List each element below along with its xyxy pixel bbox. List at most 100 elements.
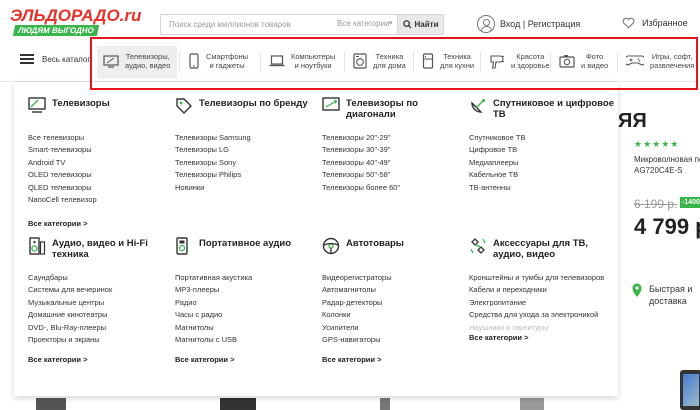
search-button[interactable]: Найти: [397, 14, 444, 35]
menu-link[interactable]: Телевизоры 30"-39": [322, 144, 467, 156]
menu-link[interactable]: NanoCell телевизор: [28, 194, 173, 206]
menu-link[interactable]: Телевизоры 40"-49": [322, 157, 467, 169]
search-category-select[interactable]: Все категории: [337, 19, 390, 28]
nav-item-label: Телевизоры, аудио, видео: [125, 52, 171, 70]
catalog-button[interactable]: Весь каталог: [20, 54, 90, 64]
menu-group: Портативное аудио Портативная акустика MP3…: [175, 237, 320, 364]
menu-link[interactable]: Smart-телевизоры: [28, 144, 173, 156]
menu-link[interactable]: Спутниковое ТВ: [469, 132, 614, 144]
menu-link[interactable]: Проекторы и экраны: [28, 334, 173, 346]
menu-link[interactable]: Телевизоры более 60": [322, 182, 467, 194]
menu-link[interactable]: Радар-детекторы: [322, 297, 467, 309]
menu-group-title: Портативное аудио: [199, 238, 292, 249]
product-thumb: [520, 398, 544, 410]
login-link[interactable]: Вход | Регистрация: [477, 15, 580, 33]
menu-link[interactable]: Телевизоры LG: [175, 144, 320, 156]
menu-link[interactable]: Домашние кинотеатры: [28, 309, 173, 321]
all-categories-link[interactable]: Все категории >: [175, 355, 320, 364]
logo-text: ЭЛЬДОРАДО.ru: [10, 6, 142, 25]
all-categories-link[interactable]: Все категории >: [28, 355, 173, 364]
menu-link[interactable]: Магнитолы: [175, 322, 320, 334]
menu-link[interactable]: GPS-навигаторы: [322, 334, 467, 346]
menu-link[interactable]: Музыкальные центры: [28, 297, 173, 309]
nav-item-7[interactable]: Игры, софт, развлечения: [620, 46, 700, 78]
menu-link[interactable]: Медиаплееры: [469, 157, 614, 169]
nav-item-label: Фото и видео: [581, 52, 609, 70]
nav-divider: [480, 52, 481, 72]
site-header: ЭЛЬДОРАДО.ru ЛЮДЯМ ВЫГОДНО Все категории…: [0, 0, 700, 40]
gamepad-icon: [623, 55, 647, 70]
menu-link[interactable]: Видеорегистраторы: [322, 272, 467, 284]
menu-link[interactable]: ТВ-антенны: [469, 182, 614, 194]
menu-link[interactable]: Электропитание: [469, 297, 614, 309]
menu-link[interactable]: Колонки: [322, 309, 467, 321]
menu-link[interactable]: Телевизоры Samsung: [175, 132, 320, 144]
nav-item-label: Техника для дома: [373, 52, 406, 70]
menu-link[interactable]: QLED телевизоры: [28, 182, 173, 194]
nav-item-label: Смартфоны и гаджеты: [206, 52, 249, 70]
menu-link[interactable]: Цифровое ТВ: [469, 144, 614, 156]
menu-group-header[interactable]: Спутниковое и цифровое ТВ: [469, 98, 614, 132]
menu-link[interactable]: MP3-плееры: [175, 284, 320, 296]
menu-group-header[interactable]: Аксессуары для ТВ, аудио, видео: [469, 238, 614, 272]
menu-group-header[interactable]: Аудио, видео и Hi-Fi техника: [28, 237, 173, 272]
menu-link[interactable]: Телевизоры 50"-58": [322, 169, 467, 181]
product-image: [680, 370, 700, 410]
menu-link[interactable]: Средства для ухода за электроникой: [469, 309, 614, 321]
menu-link[interactable]: Кабельное ТВ: [469, 169, 614, 181]
menu-link[interactable]: DVD-, Blu-Ray-плееры: [28, 322, 173, 334]
menu-group: Телевизоры по диагонали Телевизоры 20"-29…: [322, 97, 467, 194]
menu-link[interactable]: Усилители: [322, 322, 467, 334]
menu-group-header[interactable]: Телевизоры: [28, 97, 173, 132]
nav-item-3[interactable]: Техника для дома: [347, 46, 411, 78]
menu-link[interactable]: Кабели и переходники: [469, 284, 614, 296]
menu-link[interactable]: Портативная акустика: [175, 272, 320, 284]
menu-group-title: Телевизоры: [52, 98, 110, 109]
washing-machine-icon: [353, 53, 367, 72]
all-categories-link[interactable]: Все категории >: [28, 219, 173, 228]
menu-group-header[interactable]: Телевизоры по бренду: [175, 98, 320, 132]
price: 4 799 р.: [634, 214, 700, 239]
menu-link[interactable]: OLED телевизоры: [28, 169, 173, 181]
nav-item-2[interactable]: Компьютеры и ноутбуки: [263, 46, 343, 78]
menu-link[interactable]: Телевизоры 20"-29": [322, 132, 467, 144]
menu-group: Аксессуары для ТВ, аудио, видео Кронштейн…: [469, 238, 614, 342]
menu-link[interactable]: Радио: [175, 297, 320, 309]
menu-link[interactable]: Часы с радио: [175, 309, 320, 321]
menu-link[interactable]: Кронштейны и тумбы для телевизоров: [469, 272, 614, 284]
eldorado-logo[interactable]: ЭЛЬДОРАДО.ru ЛЮДЯМ ВЫГОДНО: [10, 6, 141, 36]
camera-icon: [559, 54, 575, 71]
satellite-icon: [469, 97, 487, 115]
nav-item-5[interactable]: Красота и здоровье: [483, 46, 551, 78]
all-categories-link[interactable]: Все категории >: [469, 333, 614, 342]
search-input[interactable]: [169, 15, 329, 34]
favorites-link[interactable]: Избранное: [622, 17, 688, 29]
menu-link[interactable]: Новинки: [175, 182, 320, 194]
nav-item-4[interactable]: Техника для кухни: [416, 46, 480, 78]
menu-link[interactable]: Android TV: [28, 157, 173, 169]
nav-item-1[interactable]: Смартфоны и гаджеты: [182, 46, 258, 78]
menu-group-header[interactable]: Портативное аудио: [175, 237, 320, 272]
nav-item-6[interactable]: Фото и видео: [553, 46, 615, 78]
menu-link[interactable]: Саундбары: [28, 272, 173, 284]
menu-group: Телевизоры Все телевизоры Smart-телевизоры…: [28, 97, 173, 228]
menu-link[interactable]: Телевизоры Philips: [175, 169, 320, 181]
favorites-label: Избранное: [642, 18, 688, 28]
location-pin-icon: [632, 283, 642, 297]
diagonal-icon: [322, 97, 340, 115]
menu-group-header[interactable]: Автотовары: [322, 237, 467, 272]
user-icon: [477, 15, 495, 33]
menu-link[interactable]: Магнитолы с USB: [175, 334, 320, 346]
delivery-label: Быстрая и доставка: [649, 284, 693, 307]
nav-divider: [617, 52, 618, 72]
menu-link[interactable]: Все телевизоры: [28, 132, 173, 144]
nav-divider: [413, 52, 414, 72]
menu-link[interactable]: Телевизоры Sony: [175, 157, 320, 169]
menu-link[interactable]: Системы для вечеринок: [28, 284, 173, 296]
all-categories-link[interactable]: Все категории >: [322, 355, 467, 364]
product-title[interactable]: Микроволновая пе AG720C4E-S: [634, 155, 700, 177]
menu-group: Телевизоры по бренду Телевизоры Samsung Те…: [175, 98, 320, 194]
menu-group-header[interactable]: Телевизоры по диагонали: [322, 97, 467, 132]
nav-item-0[interactable]: Телевизоры, аудио, видео: [97, 46, 177, 78]
menu-link[interactable]: Автомагнитолы: [322, 284, 467, 296]
